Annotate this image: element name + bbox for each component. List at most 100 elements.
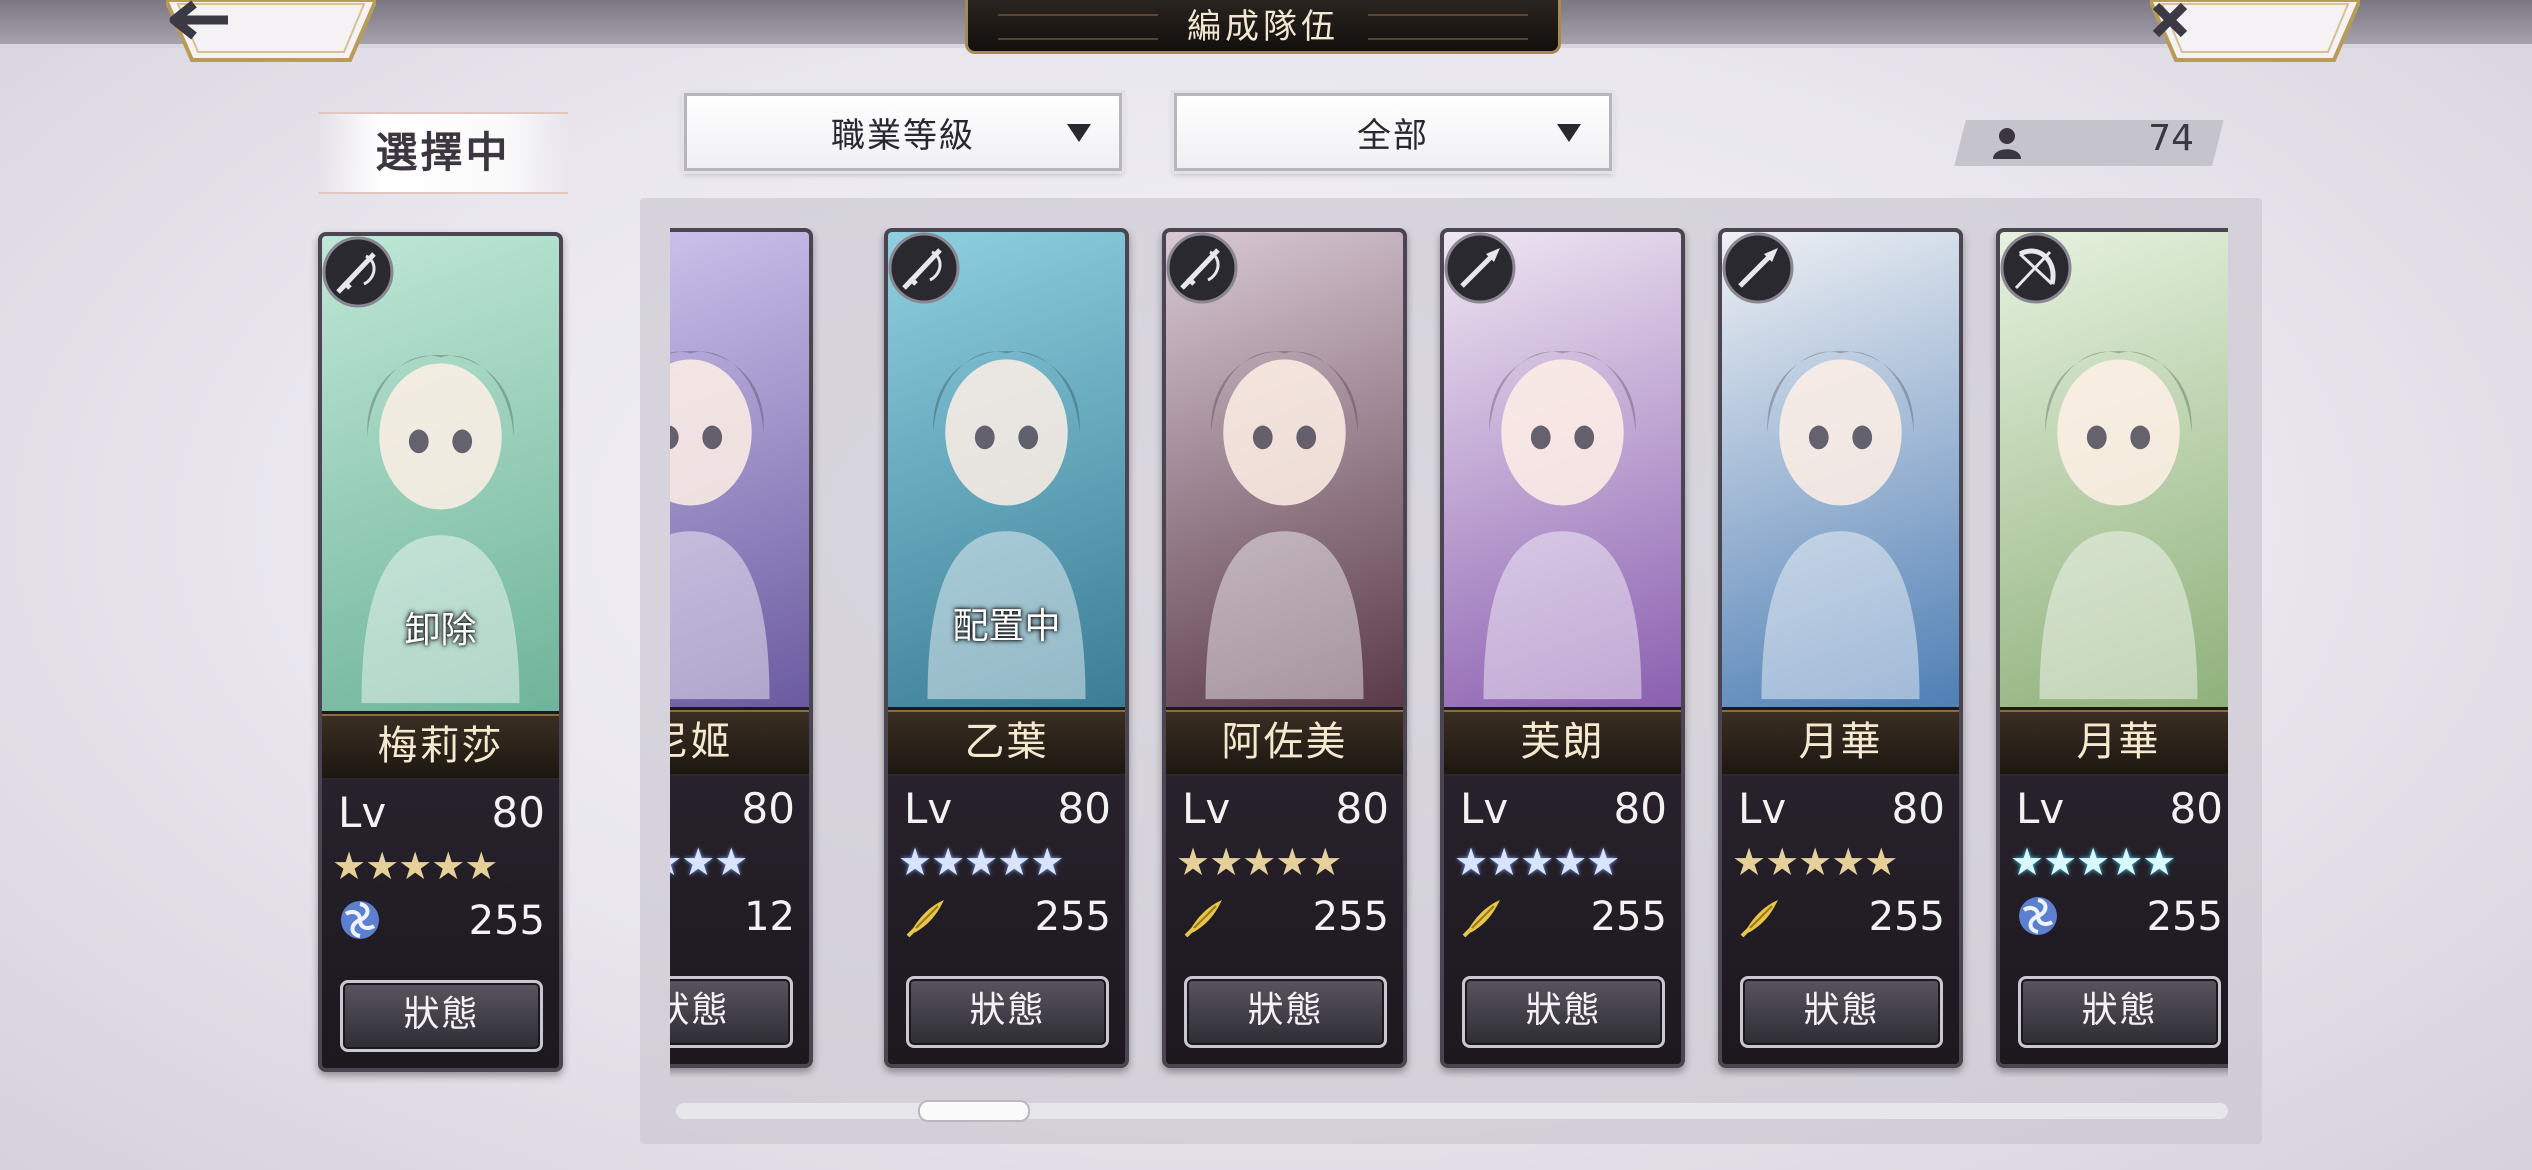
- person-icon: [1993, 128, 2021, 159]
- filter-dropdown-label: 全部: [1357, 115, 1429, 156]
- power-value: 12: [744, 894, 795, 940]
- rarity-stars: ★★★★★: [2010, 840, 2176, 884]
- sword-class-icon: [322, 236, 394, 308]
- character-portrait: [670, 232, 809, 707]
- level-value: 80: [741, 784, 795, 833]
- level-label: Lv: [338, 788, 387, 837]
- horizontal-scrollbar-thumb[interactable]: [918, 1100, 1030, 1122]
- status-button-label: 狀態: [1803, 990, 1880, 1031]
- level-value: 80: [491, 788, 545, 837]
- class-level-sort-dropdown[interactable]: 職業等級: [681, 90, 1125, 174]
- status-button-label: 狀態: [1247, 990, 1324, 1031]
- status-button[interactable]: 狀態: [1184, 976, 1387, 1048]
- sword-class-icon: [888, 232, 960, 304]
- feather-attribute-icon: [1462, 900, 1500, 938]
- card-state-overlay: 卸除: [404, 610, 477, 651]
- status-button[interactable]: 狀態: [340, 980, 543, 1052]
- character-art: [670, 351, 770, 700]
- spear-class-icon: [1722, 232, 1794, 304]
- status-button-label: 狀態: [670, 990, 730, 1031]
- status-button-label: 狀態: [2081, 990, 2158, 1031]
- power-value: 255: [1312, 894, 1389, 940]
- back-arrow-icon: [166, 0, 376, 70]
- character-card[interactable]: 月華 Lv 80 ★★★★★ 255 狀態: [1718, 228, 1963, 1068]
- sort-dropdown-label: 職業等級: [831, 115, 975, 156]
- level-label: Lv: [2016, 784, 2065, 833]
- character-name: 梅莉莎: [377, 723, 504, 769]
- character-name-bar: 阿佐美: [1166, 710, 1403, 776]
- selecting-label: 選擇中: [375, 128, 511, 177]
- power-value: 255: [1590, 894, 1667, 940]
- power-value: 255: [1034, 894, 1111, 940]
- status-button[interactable]: 狀態: [1740, 976, 1943, 1048]
- character-stats: Lv 80 ★★★★★ 255 狀態: [1166, 774, 1403, 1064]
- rarity-stars: ★★★★★: [1732, 840, 1898, 884]
- screen-title-plate: 編成隊伍: [965, 0, 1561, 54]
- horizontal-scrollbar-track[interactable]: [676, 1103, 2228, 1119]
- sword-class-icon: [1166, 232, 1238, 304]
- status-button[interactable]: 狀態: [906, 976, 1109, 1048]
- close-icon: [2150, 0, 2360, 70]
- rarity-stars: ★★★★★: [898, 840, 1064, 884]
- spear-class-icon: [1444, 232, 1516, 304]
- feather-attribute-icon: [906, 900, 944, 938]
- status-button[interactable]: 狀態: [2018, 976, 2221, 1048]
- character-name: 月華: [1798, 719, 1883, 765]
- character-stats: Lv 80 ★★★★★ 255 狀態: [1722, 774, 1959, 1064]
- feather-attribute-icon: [1184, 900, 1222, 938]
- back-button[interactable]: [166, 0, 376, 70]
- character-stats: Lv80★★★★★12狀態: [670, 774, 809, 1064]
- character-stats: Lv 80 ★★★★★ 255 狀態: [1444, 774, 1681, 1064]
- status-button-label: 狀態: [1525, 990, 1602, 1031]
- character-card[interactable]: 尼姬Lv80★★★★★12狀態: [670, 228, 813, 1068]
- unit-count-value: 74: [2148, 118, 2194, 159]
- character-name-bar: 月華: [1722, 710, 1959, 776]
- selecting-label-tag: 選擇中: [318, 112, 568, 194]
- character-name-bar: 梅莉莎: [322, 714, 559, 780]
- character-name: 阿佐美: [1221, 719, 1348, 765]
- character-name: 芙朗: [1520, 719, 1605, 765]
- power-value: 255: [468, 898, 545, 944]
- power-value: 255: [2146, 894, 2223, 940]
- level-value: 80: [2169, 784, 2223, 833]
- character-name-bar: 月華: [2000, 710, 2228, 776]
- character-stats: Lv 80 ★★★★★ 255 狀態: [322, 778, 559, 1068]
- wind-attribute-icon: [341, 901, 379, 939]
- character-card[interactable]: 月華 Lv 80 ★★★★★ 255 狀態: [1996, 228, 2228, 1068]
- status-button[interactable]: 狀態: [670, 976, 793, 1048]
- character-card[interactable]: 阿佐美 Lv 80 ★★★★★ 255 狀態: [1162, 228, 1407, 1068]
- level-label: Lv: [1738, 784, 1787, 833]
- character-stats: Lv 80 ★★★★★ 255 狀態: [888, 774, 1125, 1064]
- filter-dropdown[interactable]: 全部: [1171, 90, 1615, 174]
- status-button-label: 狀態: [969, 990, 1046, 1031]
- dropdown-arrow-icon: [1557, 124, 1581, 142]
- rarity-stars: ★★★★★: [1176, 840, 1342, 884]
- power-value: 255: [1868, 894, 1945, 940]
- card-state-overlay: 配置中: [952, 606, 1061, 647]
- character-name-bar: 芙朗: [1444, 710, 1681, 776]
- dropdown-arrow-icon: [1067, 124, 1091, 142]
- close-button[interactable]: [2150, 0, 2360, 70]
- character-card[interactable]: 配置中乙葉 Lv 80 ★★★★★ 255 狀態: [884, 228, 1129, 1068]
- wind-attribute-icon: [2019, 897, 2057, 935]
- character-name: 月華: [2076, 719, 2161, 765]
- character-list-viewport[interactable]: 尼姬 Lv 80 ★★★★★ 12 狀態 配置中乙葉 Lv 80 ★★★★★ 255 狀態 阿佐美 Lv 8…: [670, 228, 2228, 1078]
- level-label: Lv: [904, 784, 953, 833]
- status-button[interactable]: 狀態: [1462, 976, 1665, 1048]
- level-value: 80: [1891, 784, 1945, 833]
- character-name: 尼姬: [670, 719, 733, 765]
- selected-character-card[interactable]: 卸除梅莉莎 Lv 80 ★★★★★ 255 狀態: [318, 232, 563, 1072]
- rarity-stars: ★★★★★: [332, 844, 498, 888]
- status-button-label: 狀態: [403, 994, 480, 1035]
- character-card[interactable]: 芙朗 Lv 80 ★★★★★ 255 狀態: [1440, 228, 1685, 1068]
- feather-attribute-icon: [1740, 900, 1778, 938]
- screen-title: 編成隊伍: [1187, 7, 1339, 47]
- level-value: 80: [1057, 784, 1111, 833]
- level-value: 80: [1613, 784, 1667, 833]
- character-stats: Lv 80 ★★★★★ 255 狀態: [2000, 774, 2228, 1064]
- character-name-bar: 乙葉: [888, 710, 1125, 776]
- bow-class-icon: [2000, 232, 2072, 304]
- level-value: 80: [1335, 784, 1389, 833]
- character-name-bar: 尼姬: [670, 710, 809, 776]
- level-label: Lv: [1182, 784, 1231, 833]
